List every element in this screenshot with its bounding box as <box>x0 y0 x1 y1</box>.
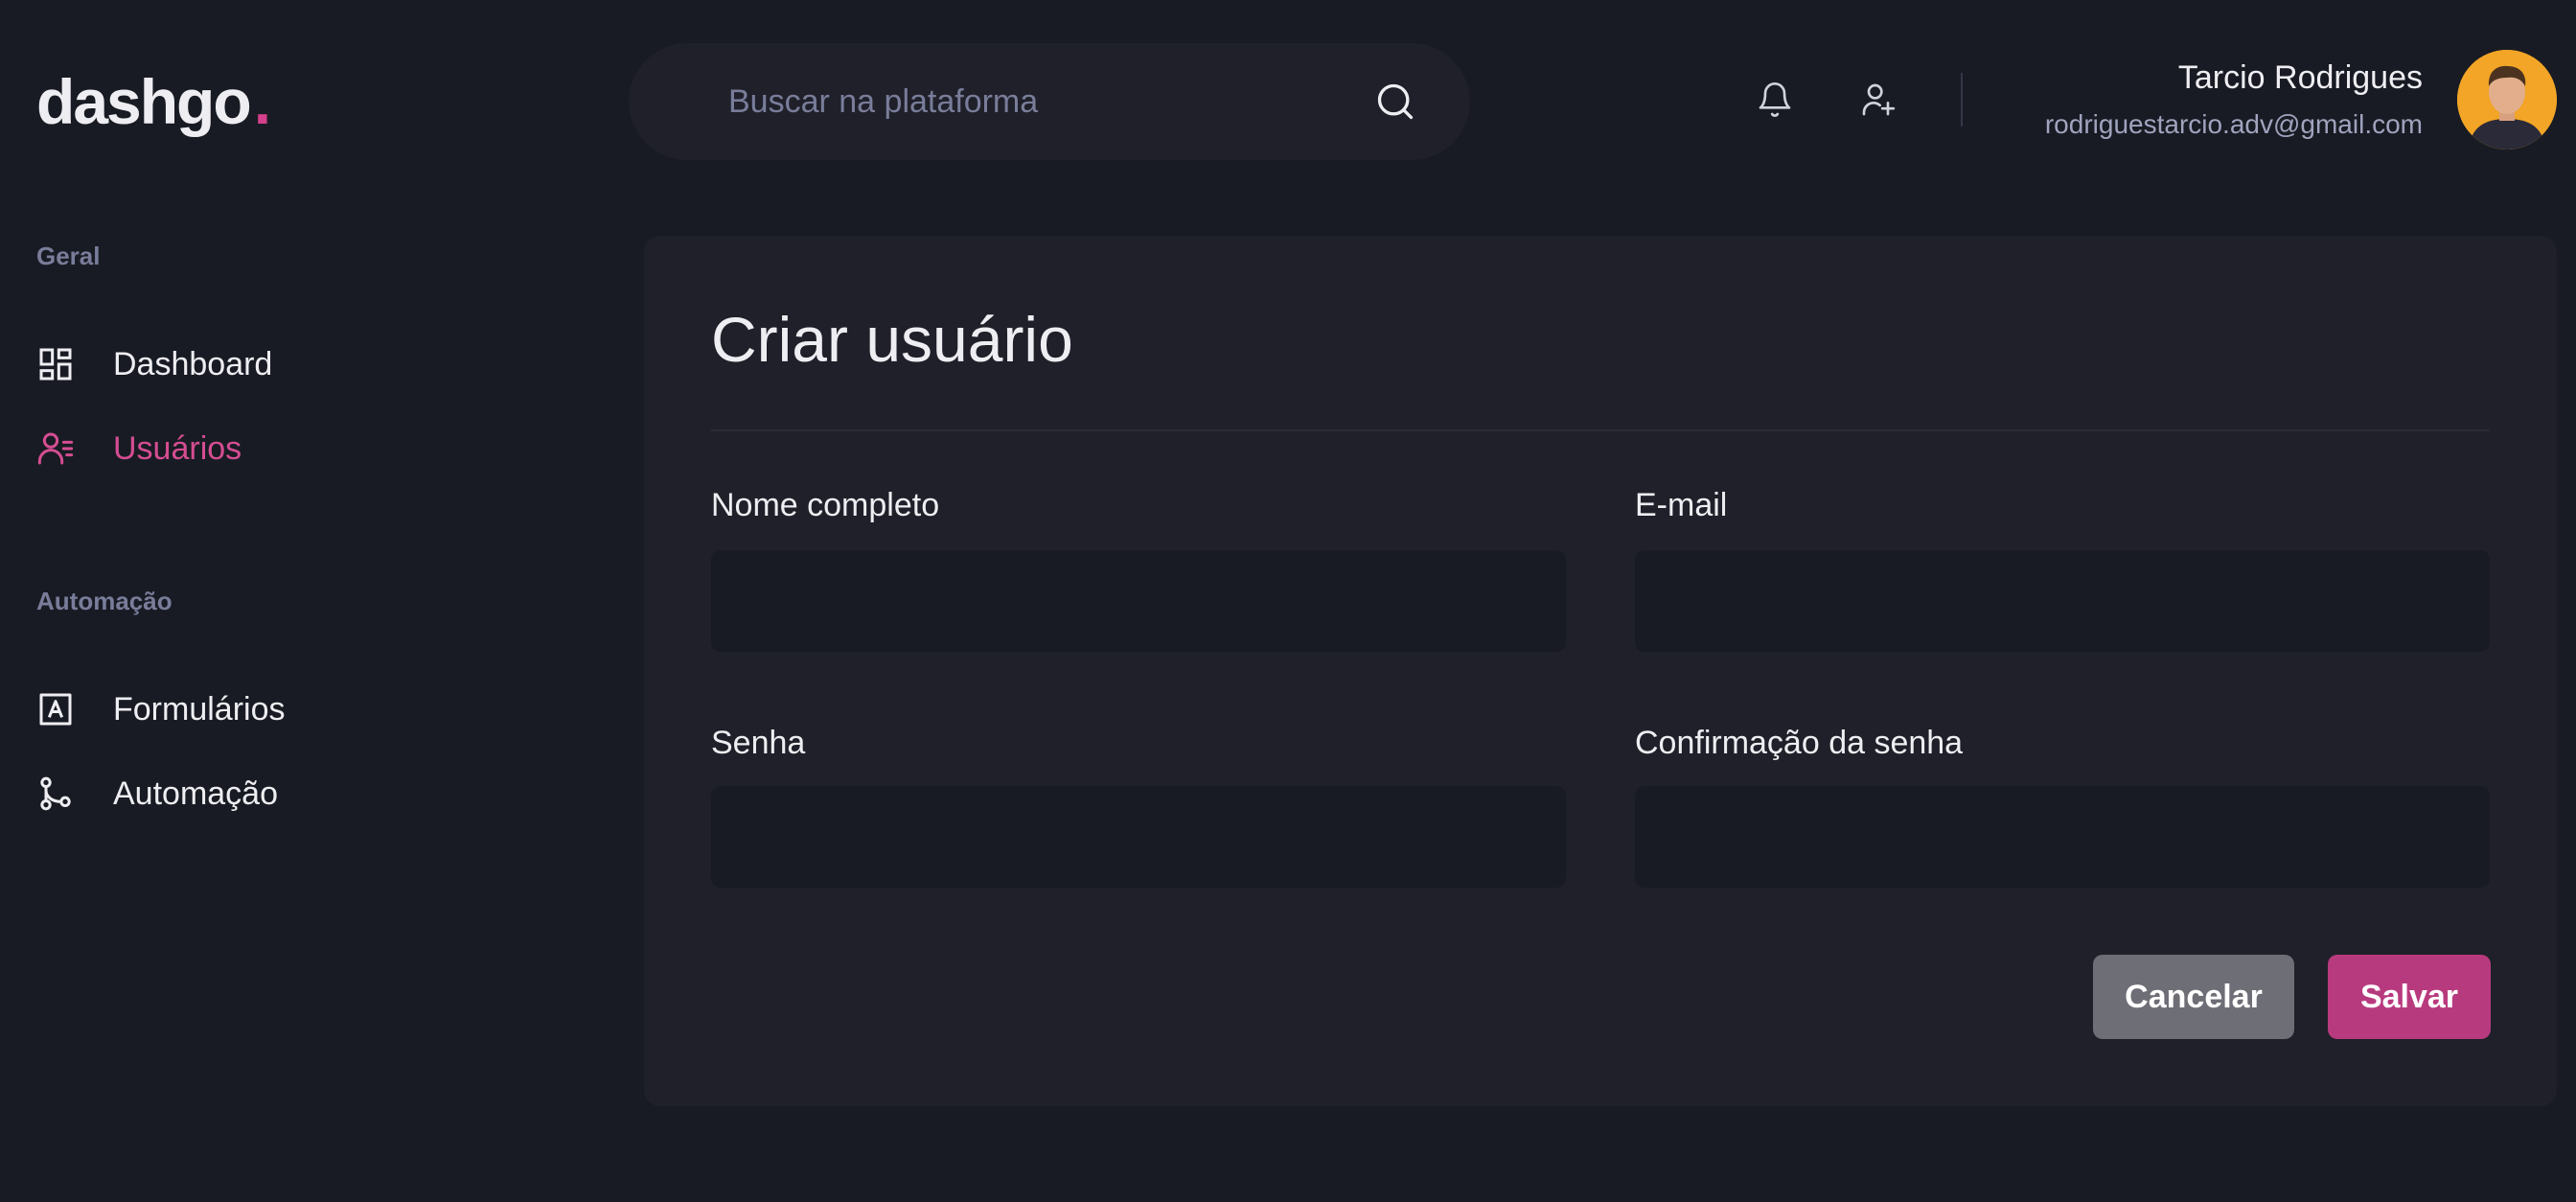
search-input[interactable] <box>728 82 1374 121</box>
logo[interactable]: dashgo. <box>36 63 271 140</box>
email-label: E-mail <box>1635 487 1728 523</box>
form-divider <box>711 429 2490 431</box>
users-icon <box>36 429 75 468</box>
name-label: Nome completo <box>711 487 940 523</box>
save-button[interactable]: Salvar <box>2328 955 2491 1039</box>
nav-section-automacao: Automação <box>36 587 172 615</box>
notification-bell-icon[interactable] <box>1756 81 1794 119</box>
sidebar-item-dashboard[interactable]: Dashboard <box>36 345 272 383</box>
logo-text: dashgo <box>36 66 252 137</box>
password-confirmation-label: Confirmação da senha <box>1635 725 1964 761</box>
nav-section-geral: Geral <box>36 242 101 270</box>
app-root: dashgo. Tarcio Rodrigues rodriguestarcio… <box>0 0 2576 1202</box>
search-bar[interactable] <box>629 43 1470 160</box>
search-icon[interactable] <box>1374 81 1416 123</box>
profile-name: Tarcio Rodrigues <box>2177 59 2423 96</box>
sidebar-item-automacao[interactable]: Automação <box>36 774 278 813</box>
email-field[interactable] <box>1635 550 2490 652</box>
sidebar-item-label: Automação <box>113 774 278 812</box>
avatar[interactable] <box>2457 50 2557 150</box>
sidebar-item-label: Formulários <box>113 690 286 728</box>
cancel-button[interactable]: Cancelar <box>2093 955 2294 1039</box>
git-branch-icon <box>36 774 75 813</box>
password-label: Senha <box>711 725 806 761</box>
sidebar-item-label: Usuários <box>113 429 242 467</box>
dashboard-icon <box>36 345 75 383</box>
password-field[interactable] <box>711 786 1566 888</box>
name-field[interactable] <box>711 550 1566 652</box>
profile-email: rodriguestarcio.adv@gmail.com <box>2044 109 2423 139</box>
create-user-form: Criar usuário Nome completo E-mail Senha… <box>644 236 2557 1106</box>
form-icon <box>36 690 75 728</box>
page-title: Criar usuário <box>711 304 1073 375</box>
sidebar-item-usuarios[interactable]: Usuários <box>36 429 242 468</box>
add-user-icon[interactable] <box>1859 81 1898 119</box>
password-confirmation-field[interactable] <box>1635 786 2490 888</box>
logo-dot: . <box>253 66 271 137</box>
sidebar-item-label: Dashboard <box>113 345 273 382</box>
header-divider <box>1961 73 1963 127</box>
sidebar-item-formularios[interactable]: Formulários <box>36 690 285 728</box>
